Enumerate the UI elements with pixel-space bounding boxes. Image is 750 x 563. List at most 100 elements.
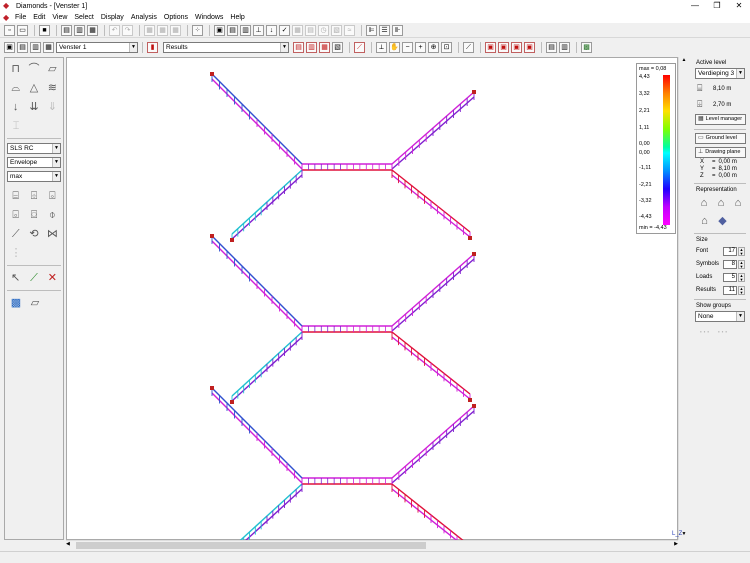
spin-arrows-icon[interactable]: ▲ ▼ bbox=[738, 285, 745, 295]
result-colors-icon[interactable]: ▦ bbox=[319, 42, 330, 53]
drawing-plane-button[interactable]: ⊥ Drawing plane bbox=[695, 147, 746, 158]
zoom-in-icon[interactable]: + bbox=[415, 42, 426, 53]
filter-2-icon[interactable]: ▣ bbox=[498, 42, 509, 53]
zoom-out-icon[interactable]: − bbox=[402, 42, 413, 53]
mesh-icon[interactable]: ▦ bbox=[292, 25, 303, 36]
wave-icon[interactable]: ≈ bbox=[344, 25, 355, 36]
align-right-icon[interactable]: ⊪ bbox=[392, 25, 403, 36]
cascade-icon[interactable]: ▥ bbox=[30, 42, 41, 53]
size-font-input[interactable]: 17 bbox=[723, 246, 737, 256]
menu-analysis[interactable]: Analysis bbox=[131, 14, 157, 21]
filter-3-icon[interactable]: ▣ bbox=[511, 42, 522, 53]
plane-icon[interactable]: ▱ bbox=[27, 295, 43, 311]
scroll-left-icon[interactable]: ◀ bbox=[66, 541, 70, 547]
menu-select[interactable]: Select bbox=[74, 14, 93, 21]
size-symbols-input[interactable]: 8 bbox=[723, 259, 737, 269]
menu-file[interactable]: File bbox=[15, 14, 26, 21]
measure-icon[interactable]: ⟋ bbox=[463, 42, 474, 53]
buckling-icon[interactable]: ⋈ bbox=[45, 226, 60, 242]
result-values-icon[interactable]: ▥ bbox=[306, 42, 317, 53]
normal-force-icon[interactable]: ⌺ bbox=[45, 188, 60, 204]
load-line-icon[interactable]: ⇊ bbox=[26, 99, 41, 115]
load-icon[interactable]: ↓ bbox=[266, 25, 277, 36]
spin-arrows-icon[interactable]: ▲ ▼ bbox=[738, 259, 745, 269]
dots-grid-icon[interactable]: ⁘ bbox=[192, 25, 203, 36]
save-icon[interactable]: ■ bbox=[39, 25, 50, 36]
deformation-icon[interactable]: ⟋ bbox=[354, 42, 365, 53]
level-manager-button[interactable]: ▦ Level manager bbox=[695, 114, 746, 125]
spring-icon[interactable]: ≋ bbox=[45, 80, 60, 96]
moment-diagram-icon[interactable]: ⌸ bbox=[8, 188, 23, 204]
menu-view[interactable]: View bbox=[52, 14, 67, 21]
render-icon[interactable]: ▩ bbox=[8, 295, 24, 311]
active-level-select[interactable]: Verdieping 3 ▼ bbox=[695, 68, 745, 79]
window-list-icon[interactable]: ▦ bbox=[43, 42, 54, 53]
deselect-icon[interactable]: ✕ bbox=[45, 270, 60, 286]
grid-alt-icon[interactable]: ▦ bbox=[157, 25, 168, 36]
support-icon[interactable]: △ bbox=[26, 80, 41, 96]
structure-icon[interactable]: ▥ bbox=[240, 25, 251, 36]
report-icon[interactable]: ▧ bbox=[331, 25, 342, 36]
table-view-icon[interactable]: ▤ bbox=[546, 42, 557, 53]
document-diamond-icon[interactable]: ◆ bbox=[3, 13, 15, 22]
load-surface-icon[interactable]: ⇓ bbox=[45, 99, 60, 115]
window-select[interactable]: Venster 1 ▼ bbox=[56, 42, 138, 53]
result-diagram-icon[interactable]: ▤ bbox=[293, 42, 304, 53]
group-add-icon[interactable]: ⋯ bbox=[697, 325, 712, 340]
align-left-icon[interactable]: ⊫ bbox=[366, 25, 377, 36]
maximize-button[interactable]: ❐ bbox=[706, 0, 728, 12]
open-folder-icon[interactable]: ▭ bbox=[17, 25, 28, 36]
check-result-icon[interactable]: ⌽ bbox=[45, 207, 60, 223]
filter-4-icon[interactable]: ▣ bbox=[524, 42, 535, 53]
align-distribute-icon[interactable]: ☰ bbox=[379, 25, 390, 36]
envelope-select[interactable]: Envelope ▼ bbox=[7, 157, 61, 168]
grid-snap-icon[interactable]: ▦ bbox=[170, 25, 181, 36]
dimension-icon[interactable]: ⌶ bbox=[8, 118, 24, 134]
scroll-up-icon[interactable]: ▲ bbox=[679, 57, 689, 66]
hinge-icon[interactable]: ⌓ bbox=[8, 80, 23, 96]
print-icon[interactable]: ▥ bbox=[74, 25, 85, 36]
check-icon[interactable]: ✓ bbox=[279, 25, 290, 36]
displacement-icon[interactable]: ⟋ bbox=[8, 226, 23, 242]
frame-icon[interactable]: ⊓ bbox=[8, 61, 23, 77]
pan-hand-icon[interactable]: ✋ bbox=[389, 42, 400, 53]
curved-beam-icon[interactable]: ⌒ bbox=[26, 61, 41, 77]
menu-display[interactable]: Display bbox=[101, 14, 124, 21]
zoom-window-icon[interactable]: ⊡ bbox=[441, 42, 452, 53]
load-point-icon[interactable]: ↓ bbox=[8, 99, 23, 115]
rotation-icon[interactable]: ⟲ bbox=[26, 226, 41, 242]
undo-icon[interactable]: ↶ bbox=[109, 25, 120, 36]
model-view-icon[interactable]: ▣ bbox=[214, 25, 225, 36]
minimize-button[interactable]: — bbox=[684, 0, 706, 12]
menu-windows[interactable]: Windows bbox=[195, 14, 223, 21]
shear-diagram-icon[interactable]: ⌹ bbox=[26, 188, 41, 204]
max-select[interactable]: max ▼ bbox=[7, 171, 61, 182]
menu-edit[interactable]: Edit bbox=[33, 14, 45, 21]
hidden-line-icon[interactable]: ⌂ bbox=[697, 214, 712, 229]
horizontal-scrollbar[interactable]: ◀ ▶ bbox=[66, 540, 678, 550]
stress-icon[interactable]: ⌼ bbox=[26, 207, 41, 223]
export-green-icon[interactable]: ▩ bbox=[581, 42, 592, 53]
shaded-view-icon[interactable]: ◆ bbox=[715, 214, 730, 229]
spin-arrows-icon[interactable]: ▲ ▼ bbox=[738, 272, 745, 282]
result-settings-icon[interactable]: ▧ bbox=[332, 42, 343, 53]
close-button[interactable]: ✕ bbox=[728, 0, 750, 12]
support-icon[interactable]: ⊥ bbox=[253, 25, 264, 36]
scroll-right-icon[interactable]: ▶ bbox=[674, 541, 678, 547]
vertical-scrollbar[interactable]: ▲ ▼ bbox=[678, 57, 688, 540]
slab-icon[interactable]: ▱ bbox=[45, 61, 60, 77]
view-3d-icon[interactable]: ⟂ bbox=[376, 42, 387, 53]
scroll-thumb[interactable] bbox=[76, 542, 426, 549]
grid-icon[interactable]: ▦ bbox=[144, 25, 155, 36]
spin-arrows-icon[interactable]: ▲ ▼ bbox=[738, 246, 745, 256]
table-icon[interactable]: ▤ bbox=[305, 25, 316, 36]
select-line-icon[interactable]: ⟋ bbox=[26, 270, 41, 286]
filter-1-icon[interactable]: ▣ bbox=[485, 42, 496, 53]
select-pointer-icon[interactable]: ↖ bbox=[8, 270, 23, 286]
print-preview-icon[interactable]: ▤ bbox=[61, 25, 72, 36]
limit-state-select[interactable]: SLS RC ▼ bbox=[7, 143, 61, 154]
list-view-icon[interactable]: ▥ bbox=[559, 42, 570, 53]
zoom-extents-icon[interactable]: ⊕ bbox=[428, 42, 439, 53]
section-icon[interactable]: ▤ bbox=[227, 25, 238, 36]
results-select[interactable]: Results ▼ bbox=[163, 42, 289, 53]
